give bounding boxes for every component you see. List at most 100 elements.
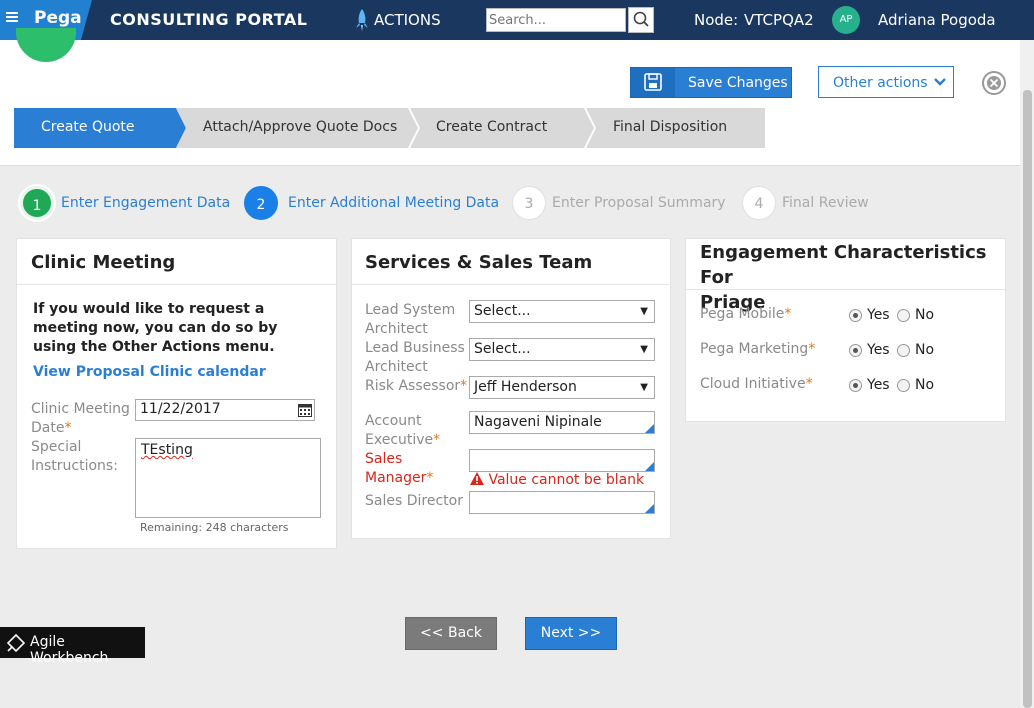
autocomplete-corner-icon <box>645 424 654 433</box>
step-label: Enter Engagement Data <box>61 195 231 211</box>
step-number: 4 <box>742 186 776 220</box>
pega-mobile-no-radio[interactable] <box>897 309 910 322</box>
sales-director-label: Sales Director <box>365 493 463 509</box>
clinic-intro-text: If you would like to request a meeting n… <box>33 301 278 355</box>
stage-attach-approve[interactable]: Attach/Approve Quote Docs <box>176 108 418 148</box>
workbench-icon <box>7 634 25 652</box>
special-instructions-textarea[interactable]: TEsting <box>135 438 321 518</box>
cloud-initiative-yes-radio[interactable] <box>849 379 862 392</box>
node-value: VTCPQA2 <box>744 11 814 29</box>
top-bar: Pega CONSULTING PORTAL ACTIONS Node: VTC… <box>0 0 1034 40</box>
stage-final-disposition[interactable]: Final Disposition <box>586 108 765 148</box>
pega-marketing-no-radio[interactable] <box>897 344 910 357</box>
cloud-initiative-label: Cloud Initiative* <box>700 376 813 392</box>
cloud-initiative-yes-label[interactable]: Yes <box>867 377 890 393</box>
step-number: 1 <box>20 186 54 220</box>
clinic-meeting-card: Clinic Meeting If you would like to requ… <box>16 238 337 549</box>
chevron-down-icon <box>934 78 946 86</box>
stage-label: Create Contract <box>436 119 548 135</box>
user-name[interactable]: Adriana Pogoda <box>878 11 996 29</box>
scrollbar-thumb[interactable] <box>1023 90 1032 708</box>
save-changes-button[interactable]: Save Changes <box>630 67 792 98</box>
portal-title: CONSULTING PORTAL <box>110 10 308 29</box>
engagement-characteristics-card: Engagement Characteristics For Priage Peg… <box>685 238 1006 422</box>
dropdown-arrow-icon: ▼ <box>640 344 648 355</box>
save-changes-label: Save Changes <box>688 75 788 91</box>
divider <box>352 284 670 285</box>
services-sales-team-card: Services & Sales Team Lead System Archite… <box>351 238 671 539</box>
cloud-initiative-no-label[interactable]: No <box>915 377 934 393</box>
lead-business-architect-label: Lead Business Architect <box>365 340 465 375</box>
agile-workbench-button[interactable]: Agile Workbench <box>0 627 145 666</box>
brand-logo[interactable]: Pega <box>34 8 82 28</box>
step-number: 3 <box>512 186 546 220</box>
vertical-scrollbar[interactable] <box>1020 40 1034 708</box>
lead-system-architect-label: Lead System Architect <box>365 302 456 337</box>
step-number: 2 <box>244 186 278 220</box>
agile-workbench-label: Agile Workbench <box>30 634 109 666</box>
hamburger-menu-icon[interactable] <box>6 12 18 22</box>
pega-mobile-yes-label[interactable]: Yes <box>867 307 890 323</box>
other-actions-button[interactable]: Other actions <box>818 66 954 98</box>
pega-mobile-yes-radio[interactable] <box>849 309 862 322</box>
actions-menu[interactable]: ACTIONS <box>374 11 441 29</box>
card-title: Clinic Meeting <box>31 252 176 273</box>
floppy-disk-icon <box>644 73 662 91</box>
autocomplete-corner-icon <box>645 462 654 471</box>
node-label: Node: <box>694 11 739 29</box>
rocket-icon[interactable] <box>354 9 370 31</box>
back-button[interactable]: << Back <box>405 617 497 650</box>
step-label: Final Review <box>782 195 869 211</box>
step-label: Enter Proposal Summary <box>552 195 726 211</box>
pega-mobile-label: Pega Mobile* <box>700 306 792 322</box>
close-icon <box>987 76 1001 90</box>
dropdown-arrow-icon: ▼ <box>640 382 648 393</box>
step-label: Enter Additional Meeting Data <box>288 195 500 211</box>
stage-create-quote[interactable]: Create Quote <box>14 108 186 148</box>
stage-label: Attach/Approve Quote Docs <box>203 119 398 135</box>
sales-manager-error: Value cannot be blank <box>470 472 644 488</box>
dropdown-arrow-icon: ▼ <box>640 306 648 317</box>
special-instructions-label: Special Instructions: <box>31 439 118 474</box>
calendar-icon[interactable] <box>298 403 312 417</box>
autocomplete-corner-icon <box>645 504 654 513</box>
account-executive-label: Account Executive* <box>365 413 441 448</box>
save-icon-container <box>631 68 675 97</box>
cloud-initiative-no-radio[interactable] <box>897 379 910 392</box>
view-clinic-calendar-link[interactable]: View Proposal Clinic calendar <box>33 364 266 380</box>
search-button[interactable] <box>628 7 654 33</box>
risk-assessor-select[interactable]: Jeff Henderson ▼ <box>469 376 655 399</box>
card-title: Services & Sales Team <box>365 252 593 273</box>
clinic-date-field[interactable]: 11/22/2017 <box>135 399 315 421</box>
pega-marketing-yes-radio[interactable] <box>849 344 862 357</box>
search-icon <box>633 11 649 27</box>
pega-marketing-label: Pega Marketing* <box>700 341 816 357</box>
lead-business-architect-select[interactable]: Select... ▼ <box>469 338 655 361</box>
stage-create-contract[interactable]: Create Contract <box>410 108 594 148</box>
instructions-value: TEsting <box>141 442 193 458</box>
stage-label: Create Quote <box>41 119 135 135</box>
clinic-date-label: Clinic Meeting Date* <box>31 401 130 436</box>
sales-manager-label: Sales Manager* <box>365 451 434 486</box>
case-badge <box>16 28 76 62</box>
divider <box>686 289 1005 290</box>
account-executive-input[interactable]: Nagaveni Nipinale <box>469 411 655 434</box>
remaining-characters: Remaining: 248 characters <box>140 521 289 534</box>
divider <box>17 284 336 285</box>
stage-label: Final Disposition <box>613 119 728 135</box>
sales-manager-input[interactable] <box>469 449 655 472</box>
card-title: Engagement Characteristics For Priage <box>700 242 987 313</box>
warning-icon <box>470 472 484 485</box>
next-button[interactable]: Next >> <box>525 617 617 650</box>
pega-marketing-yes-label[interactable]: Yes <box>867 342 890 358</box>
search-input[interactable] <box>486 8 626 32</box>
risk-assessor-label: Risk Assessor* <box>365 378 468 394</box>
avatar[interactable]: AP <box>832 6 860 34</box>
pega-marketing-no-label[interactable]: No <box>915 342 934 358</box>
close-case-button[interactable] <box>982 71 1006 95</box>
lead-system-architect-select[interactable]: Select... ▼ <box>469 300 655 323</box>
other-actions-label: Other actions <box>833 75 928 91</box>
pega-mobile-no-label[interactable]: No <box>915 307 934 323</box>
sales-director-input[interactable] <box>469 491 655 514</box>
case-header: Save Changes Other actions Create Quote … <box>0 28 1020 166</box>
